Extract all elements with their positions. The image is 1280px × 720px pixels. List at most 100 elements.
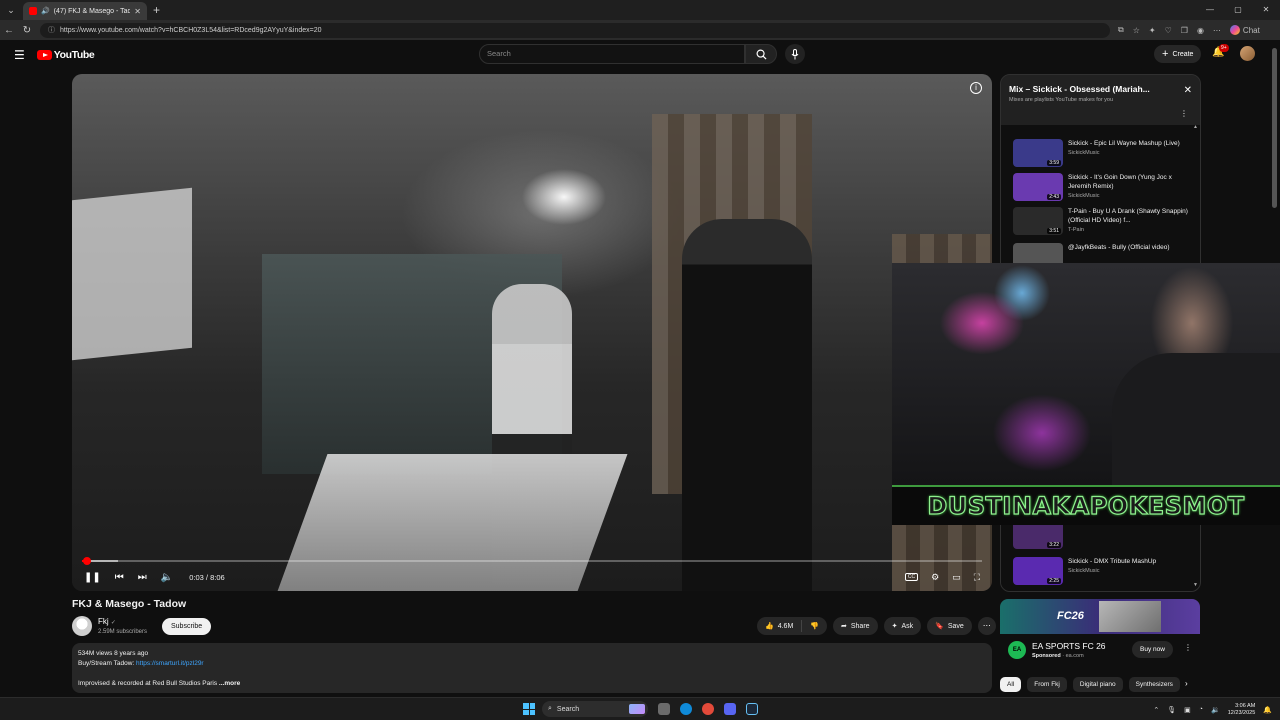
tab-list-button[interactable]: ⌄ [3, 2, 19, 18]
tray-monitor-icon[interactable]: ▣ [1184, 706, 1191, 714]
back-icon[interactable]: ← [0, 25, 18, 36]
speaker-tray-icon[interactable]: 🔉 [1211, 706, 1220, 714]
video-info-icon[interactable]: i [970, 82, 982, 94]
fullscreen-icon[interactable]: ⛶ [974, 572, 980, 583]
close-window-icon[interactable]: ✕ [1252, 0, 1280, 20]
mix-title[interactable]: Mix – Sickick - Obsessed (Mariah... [1009, 84, 1169, 94]
playlist-scroll-up-icon[interactable]: ▲ [1193, 124, 1198, 130]
playlist-item-thumbnail[interactable]: 3:22 [1013, 521, 1063, 549]
account-avatar[interactable] [1240, 46, 1255, 61]
address-bar[interactable]: ⓘ https://www.youtube.com/watch?v=hCBCH0… [40, 22, 1110, 38]
chip-digital-piano[interactable]: Digital piano [1072, 677, 1123, 692]
playlist-item-title[interactable]: Fugees - Killing Me Softly With His Song… [1068, 591, 1188, 592]
next-icon[interactable]: ⏭ [138, 572, 147, 583]
create-button[interactable]: + Create [1154, 45, 1202, 63]
close-playlist-icon[interactable]: ✕ [1184, 85, 1192, 96]
save-button[interactable]: 🔖 Save [927, 617, 972, 635]
collections-icon[interactable]: ❐ [1181, 26, 1188, 35]
speaker-icon[interactable]: 🔊 [41, 7, 50, 15]
favorite-star-icon[interactable]: ☆ [1133, 26, 1140, 35]
favorites-icon[interactable]: ♡ [1165, 26, 1172, 35]
chip-synthesizers[interactable]: Synthesizers [1128, 677, 1180, 692]
settings-gear-icon[interactable]: ⚙ [931, 572, 939, 583]
notifications-button[interactable]: 🔔 9+ [1212, 44, 1229, 58]
playlist-item-title[interactable]: T-Pain - Buy U A Drank (Shawty Snappin) … [1068, 207, 1188, 225]
chip-all[interactable]: All [1000, 677, 1022, 692]
like-button[interactable]: 👍 4.6M [757, 617, 801, 635]
windows-start-icon[interactable] [523, 703, 535, 715]
copilot-chat-button[interactable]: Chat [1229, 25, 1260, 35]
ad-buy-now-button[interactable]: Buy now [1132, 641, 1173, 658]
playlist-item-title[interactable]: Sickick - DMX Tribute MashUp [1068, 557, 1188, 566]
profile-icon[interactable]: ◉ [1197, 26, 1204, 35]
previous-icon[interactable]: ⏮ [115, 572, 124, 583]
more-icon[interactable]: ⋯ [1213, 26, 1221, 35]
playlist-item-title[interactable]: Sickick - It's Goin Down (Yung Joc x Jer… [1068, 173, 1188, 191]
steam-icon[interactable] [746, 703, 758, 715]
site-info-icon[interactable]: ⓘ [48, 25, 55, 35]
chip-from-fkj[interactable]: From Fkj [1027, 677, 1067, 692]
playlist-menu-icon[interactable]: ⋮ [1180, 109, 1188, 118]
ad-advertiser-logo[interactable]: EA [1008, 641, 1026, 659]
progress-bar[interactable] [82, 557, 982, 565]
new-tab-button[interactable]: + [153, 3, 160, 17]
channel-avatar[interactable] [72, 616, 92, 636]
share-button[interactable]: ➦ Share [833, 617, 878, 635]
page-scrollbar[interactable] [1272, 44, 1277, 696]
pause-icon[interactable]: ❚❚ [84, 572, 101, 583]
volume-icon[interactable]: 🔈 [161, 572, 173, 583]
edge-browser-icon[interactable] [680, 703, 692, 715]
playlist-item[interactable]: 2:25 Sickick - DMX Tribute MashUp SickickM… [1013, 557, 1193, 587]
more-actions-button[interactable]: ⋯ [977, 617, 996, 635]
miniplayer-icon[interactable]: ▭ [952, 572, 961, 583]
playlist-scroll-down-icon[interactable]: ▼ [1193, 582, 1198, 588]
search-input[interactable]: Search [479, 44, 745, 64]
scrollbar-thumb[interactable] [1272, 48, 1277, 208]
browser-tab-active[interactable]: 🔊 (47) FKJ & Masego - Tadow ✕ [23, 2, 147, 20]
playlist-item[interactable]: 2:43 Sickick - It's Goin Down (Yung Joc x… [1013, 173, 1193, 203]
app-available-icon[interactable]: ⧉ [1118, 25, 1124, 35]
youtube-logo[interactable]: YouTube [36, 49, 95, 61]
discord-icon[interactable] [724, 703, 736, 715]
dislike-button[interactable]: 👎 [802, 617, 827, 635]
taskbar-search[interactable]: ⌕ Search [542, 701, 648, 717]
notification-center-icon[interactable]: 🔔 [1263, 706, 1272, 714]
search-button[interactable] [745, 44, 777, 64]
wifi-icon[interactable]: ◔ [1199, 706, 1203, 713]
playlist-item-thumbnail[interactable] [1013, 591, 1063, 592]
close-tab-icon[interactable]: ✕ [134, 7, 141, 16]
description-link[interactable]: https://smarturl.it/pzl29r [136, 660, 204, 667]
tray-chevron-icon[interactable]: ⌃ [1153, 706, 1159, 714]
menu-icon[interactable]: ☰ [14, 48, 25, 62]
voice-search-button[interactable] [785, 44, 805, 64]
playlist-item-thumbnail[interactable]: 3:59 [1013, 139, 1063, 167]
maximize-icon[interactable]: ▢ [1224, 0, 1252, 20]
refresh-icon[interactable]: ↻ [18, 25, 36, 36]
video-player[interactable]: i ❚❚ ⏮ ⏭ 🔈 0:03 / 8:06 CC ⚙ ▭ ⛶ [72, 74, 992, 591]
playlist-item-title[interactable]: Sickick - Epic Lil Wayne Mashup (Live) [1068, 139, 1188, 148]
clock[interactable]: 3:06 AM 12/23/2025 [1228, 703, 1256, 717]
ad-menu-icon[interactable]: ⋮ [1184, 643, 1192, 652]
playlist-item[interactable]: 3:51 T-Pain - Buy U A Drank (Shawty Snapp… [1013, 207, 1193, 237]
subscribe-button[interactable]: Subscribe [162, 618, 212, 635]
playlist-item-thumbnail[interactable]: 2:25 [1013, 557, 1063, 585]
minimize-icon[interactable]: — [1196, 0, 1224, 20]
ask-button[interactable]: ✦ Ask [883, 617, 922, 635]
tray-microphone-icon[interactable]: 🎙 [1167, 706, 1176, 714]
chrome-browser-icon[interactable] [702, 703, 714, 715]
sponsored-ad[interactable]: FC26 EA EA SPORTS FC 26 Sponsored · ea.c… [1000, 599, 1201, 667]
captions-icon[interactable]: CC [904, 573, 919, 581]
playlist-item[interactable]: 3:22 [1013, 521, 1193, 551]
playlist-item-thumbnail[interactable]: 2:43 [1013, 173, 1063, 201]
playlist-item-title[interactable]: @JayfkBeats - Bully (Official video) [1068, 243, 1188, 252]
channel-name[interactable]: Fkj ✓ [98, 617, 116, 626]
playlist-item-thumbnail[interactable]: 3:51 [1013, 207, 1063, 235]
playlist-item[interactable]: 3:59 Sickick - Epic Lil Wayne Mashup (Liv… [1013, 139, 1193, 169]
extension-icon[interactable]: ✦ [1149, 26, 1156, 35]
playlist-item[interactable]: Fugees - Killing Me Softly With His Song… [1013, 591, 1193, 592]
description-box[interactable]: 534M views 8 years ago Buy/Stream Tadow:… [72, 643, 992, 693]
ad-banner-image[interactable]: FC26 [1000, 599, 1200, 634]
chevron-right-icon[interactable]: › [1185, 679, 1188, 688]
ad-title[interactable]: EA SPORTS FC 26 [1032, 641, 1106, 651]
task-view-icon[interactable] [658, 703, 670, 715]
